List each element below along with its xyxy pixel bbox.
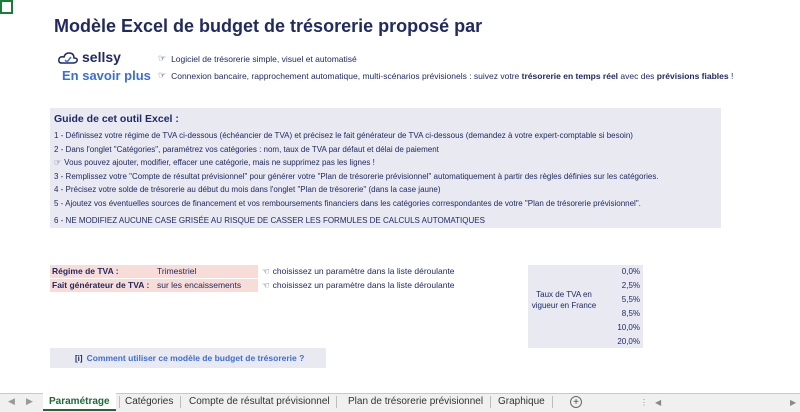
guide-line-1: 1 - Définissez votre régime de TVA ci-de… (54, 131, 633, 140)
info-icon: [i] (75, 353, 83, 363)
vat-rate: 0,0% (621, 267, 640, 276)
sellsy-logo[interactable]: sellsy (58, 49, 121, 65)
bullet-2-bold-1: trésorerie en temps réel (521, 70, 619, 81)
pointing-hand-icon: ☞ (54, 158, 62, 167)
fait-hint-text: choisissez un paramètre dans la liste dé… (272, 280, 455, 290)
pointing-hand-icon: ☞ (158, 70, 167, 80)
tab-graphique[interactable]: Graphique (492, 393, 551, 411)
vat-rates-label: Taux de TVA en vigueur en France (531, 290, 597, 310)
pointing-hand-icon: ☞ (158, 53, 167, 63)
learn-more-link[interactable]: En savoir plus (62, 68, 151, 83)
cloud-icon (58, 51, 78, 64)
feature-bullet-1: ☞ Logiciel de trésorerie simple, visuel … (158, 53, 357, 64)
tab-categories[interactable]: Catégories (119, 393, 179, 411)
logo-text: sellsy (82, 49, 121, 65)
tab-plan-de-tresorerie[interactable]: Plan de trésorerie prévisionnel (342, 393, 489, 411)
prev-sheet-icon[interactable]: ◀ (8, 396, 15, 407)
next-sheet-icon[interactable]: ▶ (26, 396, 33, 407)
vat-rate: 2,5% (621, 281, 640, 290)
fait-select[interactable]: sur les encaissements (153, 279, 258, 292)
guide-title: Guide de cet outil Excel : (54, 113, 179, 125)
tab-parametrage[interactable]: Paramétrage (43, 393, 116, 411)
guide-panel (50, 108, 721, 228)
scroll-left-icon[interactable]: ◀ (655, 398, 661, 407)
vat-rate: 5,5% (621, 295, 640, 304)
regime-hint: ☜ choisissez un paramètre dans la liste … (262, 265, 455, 278)
regime-label: Régime de TVA : (50, 265, 153, 278)
bullet-2-bold-2: prévisions fiables (656, 70, 729, 81)
guide-line-2: 2 - Dans l'onglet "Catégories", paramétr… (54, 145, 439, 154)
regime-hint-text: choisissez un paramètre dans la liste dé… (272, 266, 455, 276)
guide-line-6: 5 - Ajoutez vos éventuelles sources de f… (54, 199, 641, 208)
feature-bullet-2-text: Connexion bancaire, rapprochement automa… (171, 71, 733, 81)
feature-bullet-2: ☞ Connexion bancaire, rapprochement auto… (158, 70, 733, 81)
guide-line-4: 3 - Remplissez votre "Compte de résultat… (54, 172, 659, 181)
pointing-hand-icon: ☜ (262, 280, 270, 290)
fait-label: Fait générateur de TVA : (50, 279, 153, 292)
spreadsheet-grid[interactable]: Modèle Excel de budget de trésorerie pro… (0, 0, 800, 393)
tab-divider (490, 396, 491, 408)
guide-line-3-text: Vous pouvez ajouter, modifier, effacer u… (64, 158, 375, 167)
scroll-right-icon[interactable]: ▶ (790, 398, 796, 407)
guide-line-7: 6 - NE MODIFIEZ AUCUNE CASE GRISÉE AU RI… (54, 216, 485, 225)
page-title: Modèle Excel de budget de trésorerie pro… (54, 16, 483, 36)
bullet-2-pre: Connexion bancaire, rapprochement automa… (171, 70, 522, 81)
bullet-2-mid: avec des (618, 70, 657, 81)
add-sheet-icon[interactable]: + (570, 396, 582, 408)
fait-hint: ☜ choisissez un paramètre dans la liste … (262, 279, 455, 292)
vat-rate: 10,0% (617, 323, 640, 332)
guide-line-3: ☞ Vous pouvez ajouter, modifier, effacer… (54, 158, 375, 167)
pointing-hand-icon: ☜ (262, 266, 270, 276)
vat-rate: 20,0% (617, 337, 640, 346)
bullet-2-post: ! (728, 70, 734, 81)
guide-line-5: 4 - Précisez votre solde de trésorerie a… (54, 185, 441, 194)
tab-divider (336, 396, 337, 408)
how-to-use-text: Comment utiliser ce modèle de budget de … (86, 353, 305, 363)
feature-bullet-1-text: Logiciel de trésorerie simple, visuel et… (171, 53, 357, 64)
vat-rate: 8,5% (621, 309, 640, 318)
how-to-use-link[interactable]: [i] Comment utiliser ce modèle de budget… (50, 348, 326, 368)
selected-cell[interactable] (0, 0, 13, 14)
more-options-icon[interactable]: ⋮ (640, 398, 648, 407)
tab-divider (552, 396, 553, 408)
tab-divider (180, 396, 181, 408)
regime-select[interactable]: Trimestriel (153, 265, 258, 278)
tab-compte-de-resultat[interactable]: Compte de résultat prévisionnel (183, 393, 336, 411)
